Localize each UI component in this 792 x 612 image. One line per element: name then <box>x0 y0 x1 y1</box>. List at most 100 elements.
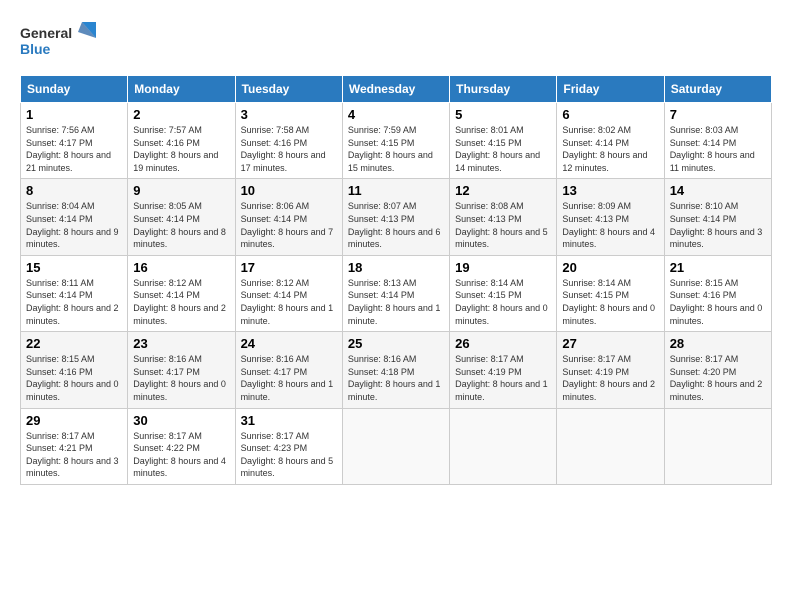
calendar-cell: 6 Sunrise: 8:02 AMSunset: 4:14 PMDaylight… <box>557 103 664 179</box>
day-number: 6 <box>562 107 658 122</box>
calendar-cell: 11 Sunrise: 8:07 AMSunset: 4:13 PMDayligh… <box>342 179 449 255</box>
day-info: Sunrise: 8:15 AMSunset: 4:16 PMDaylight:… <box>26 353 122 403</box>
day-info: Sunrise: 7:57 AMSunset: 4:16 PMDaylight:… <box>133 124 229 174</box>
day-info: Sunrise: 8:12 AMSunset: 4:14 PMDaylight:… <box>133 277 229 327</box>
day-number: 2 <box>133 107 229 122</box>
day-info: Sunrise: 8:06 AMSunset: 4:14 PMDaylight:… <box>241 200 337 250</box>
day-info: Sunrise: 8:17 AMSunset: 4:19 PMDaylight:… <box>562 353 658 403</box>
day-info: Sunrise: 8:17 AMSunset: 4:20 PMDaylight:… <box>670 353 766 403</box>
day-number: 11 <box>348 183 444 198</box>
day-number: 31 <box>241 413 337 428</box>
day-info: Sunrise: 8:02 AMSunset: 4:14 PMDaylight:… <box>562 124 658 174</box>
header-wednesday: Wednesday <box>342 76 449 103</box>
day-info: Sunrise: 8:08 AMSunset: 4:13 PMDaylight:… <box>455 200 551 250</box>
calendar-cell: 5 Sunrise: 8:01 AMSunset: 4:15 PMDaylight… <box>450 103 557 179</box>
day-number: 5 <box>455 107 551 122</box>
calendar-cell <box>450 408 557 484</box>
day-number: 13 <box>562 183 658 198</box>
calendar-cell: 24 Sunrise: 8:16 AMSunset: 4:17 PMDayligh… <box>235 332 342 408</box>
calendar-cell: 10 Sunrise: 8:06 AMSunset: 4:14 PMDayligh… <box>235 179 342 255</box>
header-tuesday: Tuesday <box>235 76 342 103</box>
day-number: 23 <box>133 336 229 351</box>
header-friday: Friday <box>557 76 664 103</box>
calendar-cell <box>557 408 664 484</box>
calendar-cell: 29 Sunrise: 8:17 AMSunset: 4:21 PMDayligh… <box>21 408 128 484</box>
calendar-cell: 15Sunrise: 8:11 AMSunset: 4:14 PMDayligh… <box>21 255 128 331</box>
day-number: 9 <box>133 183 229 198</box>
day-info: Sunrise: 8:14 AMSunset: 4:15 PMDaylight:… <box>455 277 551 327</box>
calendar-header-row: SundayMondayTuesdayWednesdayThursdayFrid… <box>21 76 772 103</box>
day-number: 10 <box>241 183 337 198</box>
header-sunday: Sunday <box>21 76 128 103</box>
day-info: Sunrise: 8:10 AMSunset: 4:14 PMDaylight:… <box>670 200 766 250</box>
day-number: 15 <box>26 260 122 275</box>
header-monday: Monday <box>128 76 235 103</box>
day-number: 18 <box>348 260 444 275</box>
day-number: 24 <box>241 336 337 351</box>
day-number: 8 <box>26 183 122 198</box>
day-info: Sunrise: 8:01 AMSunset: 4:15 PMDaylight:… <box>455 124 551 174</box>
calendar-cell: 22Sunrise: 8:15 AMSunset: 4:16 PMDayligh… <box>21 332 128 408</box>
day-info: Sunrise: 8:03 AMSunset: 4:14 PMDaylight:… <box>670 124 766 174</box>
calendar-cell: 8 Sunrise: 8:04 AMSunset: 4:14 PMDaylight… <box>21 179 128 255</box>
day-info: Sunrise: 7:56 AMSunset: 4:17 PMDaylight:… <box>26 124 122 174</box>
day-number: 17 <box>241 260 337 275</box>
day-number: 14 <box>670 183 766 198</box>
calendar-cell: 2 Sunrise: 7:57 AMSunset: 4:16 PMDaylight… <box>128 103 235 179</box>
calendar-cell: 26Sunrise: 8:17 AMSunset: 4:19 PMDayligh… <box>450 332 557 408</box>
day-number: 3 <box>241 107 337 122</box>
calendar-cell: 18 Sunrise: 8:13 AMSunset: 4:14 PMDayligh… <box>342 255 449 331</box>
calendar-week-1: 1Sunrise: 7:56 AMSunset: 4:17 PMDaylight… <box>21 103 772 179</box>
calendar-cell: 12 Sunrise: 8:08 AMSunset: 4:13 PMDayligh… <box>450 179 557 255</box>
day-info: Sunrise: 7:59 AMSunset: 4:15 PMDaylight:… <box>348 124 444 174</box>
svg-text:Blue: Blue <box>20 41 51 57</box>
calendar-cell: 28Sunrise: 8:17 AMSunset: 4:20 PMDayligh… <box>664 332 771 408</box>
calendar-week-4: 22Sunrise: 8:15 AMSunset: 4:16 PMDayligh… <box>21 332 772 408</box>
calendar-cell: 20Sunrise: 8:14 AMSunset: 4:15 PMDayligh… <box>557 255 664 331</box>
calendar-cell: 30 Sunrise: 8:17 AMSunset: 4:22 PMDayligh… <box>128 408 235 484</box>
logo-svg: General Blue <box>20 20 100 65</box>
calendar-cell: 7 Sunrise: 8:03 AMSunset: 4:14 PMDaylight… <box>664 103 771 179</box>
day-number: 19 <box>455 260 551 275</box>
day-info: Sunrise: 8:04 AMSunset: 4:14 PMDaylight:… <box>26 200 122 250</box>
day-number: 30 <box>133 413 229 428</box>
calendar-cell: 17 Sunrise: 8:12 AMSunset: 4:14 PMDayligh… <box>235 255 342 331</box>
calendar-cell: 16 Sunrise: 8:12 AMSunset: 4:14 PMDayligh… <box>128 255 235 331</box>
day-info: Sunrise: 8:16 AMSunset: 4:17 PMDaylight:… <box>133 353 229 403</box>
day-info: Sunrise: 8:16 AMSunset: 4:17 PMDaylight:… <box>241 353 337 403</box>
calendar-cell: 23 Sunrise: 8:16 AMSunset: 4:17 PMDayligh… <box>128 332 235 408</box>
calendar-table: SundayMondayTuesdayWednesdayThursdayFrid… <box>20 75 772 485</box>
day-info: Sunrise: 8:09 AMSunset: 4:13 PMDaylight:… <box>562 200 658 250</box>
calendar-cell: 21Sunrise: 8:15 AMSunset: 4:16 PMDayligh… <box>664 255 771 331</box>
day-number: 12 <box>455 183 551 198</box>
calendar-cell: 9Sunrise: 8:05 AMSunset: 4:14 PMDaylight… <box>128 179 235 255</box>
day-info: Sunrise: 7:58 AMSunset: 4:16 PMDaylight:… <box>241 124 337 174</box>
day-number: 29 <box>26 413 122 428</box>
calendar-week-5: 29 Sunrise: 8:17 AMSunset: 4:21 PMDayligh… <box>21 408 772 484</box>
day-info: Sunrise: 8:07 AMSunset: 4:13 PMDaylight:… <box>348 200 444 250</box>
day-info: Sunrise: 8:17 AMSunset: 4:23 PMDaylight:… <box>241 430 337 480</box>
calendar-cell: 25 Sunrise: 8:16 AMSunset: 4:18 PMDayligh… <box>342 332 449 408</box>
day-number: 4 <box>348 107 444 122</box>
svg-text:General: General <box>20 25 72 41</box>
day-info: Sunrise: 8:15 AMSunset: 4:16 PMDaylight:… <box>670 277 766 327</box>
day-number: 25 <box>348 336 444 351</box>
day-info: Sunrise: 8:17 AMSunset: 4:22 PMDaylight:… <box>133 430 229 480</box>
calendar-week-3: 15Sunrise: 8:11 AMSunset: 4:14 PMDayligh… <box>21 255 772 331</box>
calendar-cell: 3 Sunrise: 7:58 AMSunset: 4:16 PMDaylight… <box>235 103 342 179</box>
day-info: Sunrise: 8:17 AMSunset: 4:19 PMDaylight:… <box>455 353 551 403</box>
calendar-cell: 4 Sunrise: 7:59 AMSunset: 4:15 PMDaylight… <box>342 103 449 179</box>
header-thursday: Thursday <box>450 76 557 103</box>
day-info: Sunrise: 8:13 AMSunset: 4:14 PMDaylight:… <box>348 277 444 327</box>
day-number: 27 <box>562 336 658 351</box>
day-info: Sunrise: 8:16 AMSunset: 4:18 PMDaylight:… <box>348 353 444 403</box>
day-info: Sunrise: 8:12 AMSunset: 4:14 PMDaylight:… <box>241 277 337 327</box>
calendar-cell: 1Sunrise: 7:56 AMSunset: 4:17 PMDaylight… <box>21 103 128 179</box>
day-number: 7 <box>670 107 766 122</box>
calendar-cell: 13 Sunrise: 8:09 AMSunset: 4:13 PMDayligh… <box>557 179 664 255</box>
calendar-cell <box>664 408 771 484</box>
page-header: General Blue <box>20 20 772 65</box>
day-info: Sunrise: 8:17 AMSunset: 4:21 PMDaylight:… <box>26 430 122 480</box>
logo: General Blue <box>20 20 100 65</box>
day-number: 16 <box>133 260 229 275</box>
